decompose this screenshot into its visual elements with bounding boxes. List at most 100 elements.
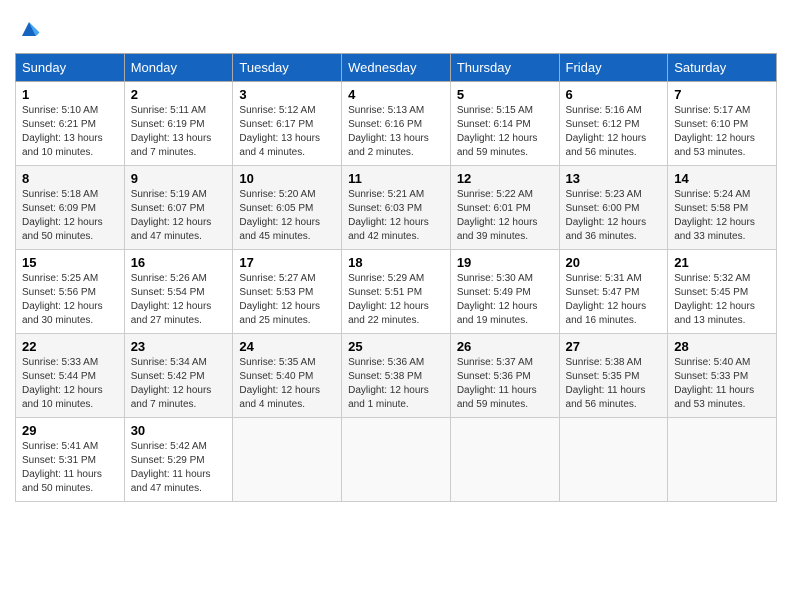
day-info-23: Sunrise: 5:34 AMSunset: 5:42 PMDaylight:… bbox=[131, 356, 227, 412]
day-num-3: 3 bbox=[239, 87, 335, 102]
day-12: 12 Sunrise: 5:22 AMSunset: 6:01 PMDaylig… bbox=[450, 166, 559, 250]
logo-icon bbox=[15, 15, 43, 43]
day-num-30: 30 bbox=[131, 423, 227, 438]
day-info-22: Sunrise: 5:33 AMSunset: 5:44 PMDaylight:… bbox=[22, 356, 118, 412]
day-15: 15 Sunrise: 5:25 AMSunset: 5:56 PMDaylig… bbox=[16, 250, 125, 334]
day-num-16: 16 bbox=[131, 255, 227, 270]
day-num-10: 10 bbox=[239, 171, 335, 186]
day-5: 5 Sunrise: 5:15 AMSunset: 6:14 PMDayligh… bbox=[450, 82, 559, 166]
day-num-8: 8 bbox=[22, 171, 118, 186]
day-info-29: Sunrise: 5:41 AMSunset: 5:31 PMDaylight:… bbox=[22, 440, 118, 496]
day-num-18: 18 bbox=[348, 255, 444, 270]
week-3: 15 Sunrise: 5:25 AMSunset: 5:56 PMDaylig… bbox=[16, 250, 777, 334]
day-19: 19 Sunrise: 5:30 AMSunset: 5:49 PMDaylig… bbox=[450, 250, 559, 334]
day-num-12: 12 bbox=[457, 171, 553, 186]
day-info-26: Sunrise: 5:37 AMSunset: 5:36 PMDaylight:… bbox=[457, 356, 553, 412]
week-5: 29 Sunrise: 5:41 AMSunset: 5:31 PMDaylig… bbox=[16, 418, 777, 502]
day-info-2: Sunrise: 5:11 AMSunset: 6:19 PMDaylight:… bbox=[131, 104, 227, 160]
page-header bbox=[15, 15, 777, 43]
day-info-21: Sunrise: 5:32 AMSunset: 5:45 PMDaylight:… bbox=[674, 272, 770, 328]
calendar-table: Sunday Monday Tuesday Wednesday Thursday… bbox=[15, 53, 777, 502]
empty-5 bbox=[668, 418, 777, 502]
day-info-6: Sunrise: 5:16 AMSunset: 6:12 PMDaylight:… bbox=[566, 104, 662, 160]
col-sunday: Sunday bbox=[16, 54, 125, 82]
day-num-14: 14 bbox=[674, 171, 770, 186]
day-21: 21 Sunrise: 5:32 AMSunset: 5:45 PMDaylig… bbox=[668, 250, 777, 334]
day-info-5: Sunrise: 5:15 AMSunset: 6:14 PMDaylight:… bbox=[457, 104, 553, 160]
day-info-27: Sunrise: 5:38 AMSunset: 5:35 PMDaylight:… bbox=[566, 356, 662, 412]
col-tuesday: Tuesday bbox=[233, 54, 342, 82]
day-info-3: Sunrise: 5:12 AMSunset: 6:17 PMDaylight:… bbox=[239, 104, 335, 160]
day-num-25: 25 bbox=[348, 339, 444, 354]
empty-3 bbox=[450, 418, 559, 502]
day-info-16: Sunrise: 5:26 AMSunset: 5:54 PMDaylight:… bbox=[131, 272, 227, 328]
day-info-12: Sunrise: 5:22 AMSunset: 6:01 PMDaylight:… bbox=[457, 188, 553, 244]
week-4: 22 Sunrise: 5:33 AMSunset: 5:44 PMDaylig… bbox=[16, 334, 777, 418]
day-num-23: 23 bbox=[131, 339, 227, 354]
week-1: 1 Sunrise: 5:10 AMSunset: 6:21 PMDayligh… bbox=[16, 82, 777, 166]
day-num-11: 11 bbox=[348, 171, 444, 186]
day-num-20: 20 bbox=[566, 255, 662, 270]
day-num-29: 29 bbox=[22, 423, 118, 438]
day-num-4: 4 bbox=[348, 87, 444, 102]
day-7: 7 Sunrise: 5:17 AMSunset: 6:10 PMDayligh… bbox=[668, 82, 777, 166]
day-info-14: Sunrise: 5:24 AMSunset: 5:58 PMDaylight:… bbox=[674, 188, 770, 244]
day-10: 10 Sunrise: 5:20 AMSunset: 6:05 PMDaylig… bbox=[233, 166, 342, 250]
day-6: 6 Sunrise: 5:16 AMSunset: 6:12 PMDayligh… bbox=[559, 82, 668, 166]
day-info-9: Sunrise: 5:19 AMSunset: 6:07 PMDaylight:… bbox=[131, 188, 227, 244]
day-num-21: 21 bbox=[674, 255, 770, 270]
day-3: 3 Sunrise: 5:12 AMSunset: 6:17 PMDayligh… bbox=[233, 82, 342, 166]
day-17: 17 Sunrise: 5:27 AMSunset: 5:53 PMDaylig… bbox=[233, 250, 342, 334]
day-num-27: 27 bbox=[566, 339, 662, 354]
day-num-7: 7 bbox=[674, 87, 770, 102]
day-info-11: Sunrise: 5:21 AMSunset: 6:03 PMDaylight:… bbox=[348, 188, 444, 244]
empty-4 bbox=[559, 418, 668, 502]
day-28: 28 Sunrise: 5:40 AMSunset: 5:33 PMDaylig… bbox=[668, 334, 777, 418]
day-num-9: 9 bbox=[131, 171, 227, 186]
col-friday: Friday bbox=[559, 54, 668, 82]
day-info-7: Sunrise: 5:17 AMSunset: 6:10 PMDaylight:… bbox=[674, 104, 770, 160]
day-26: 26 Sunrise: 5:37 AMSunset: 5:36 PMDaylig… bbox=[450, 334, 559, 418]
day-info-28: Sunrise: 5:40 AMSunset: 5:33 PMDaylight:… bbox=[674, 356, 770, 412]
col-thursday: Thursday bbox=[450, 54, 559, 82]
day-16: 16 Sunrise: 5:26 AMSunset: 5:54 PMDaylig… bbox=[124, 250, 233, 334]
day-4: 4 Sunrise: 5:13 AMSunset: 6:16 PMDayligh… bbox=[342, 82, 451, 166]
day-num-6: 6 bbox=[566, 87, 662, 102]
day-11: 11 Sunrise: 5:21 AMSunset: 6:03 PMDaylig… bbox=[342, 166, 451, 250]
day-23: 23 Sunrise: 5:34 AMSunset: 5:42 PMDaylig… bbox=[124, 334, 233, 418]
day-info-18: Sunrise: 5:29 AMSunset: 5:51 PMDaylight:… bbox=[348, 272, 444, 328]
logo bbox=[15, 15, 47, 43]
day-13: 13 Sunrise: 5:23 AMSunset: 6:00 PMDaylig… bbox=[559, 166, 668, 250]
day-num-26: 26 bbox=[457, 339, 553, 354]
day-num-24: 24 bbox=[239, 339, 335, 354]
day-25: 25 Sunrise: 5:36 AMSunset: 5:38 PMDaylig… bbox=[342, 334, 451, 418]
day-18: 18 Sunrise: 5:29 AMSunset: 5:51 PMDaylig… bbox=[342, 250, 451, 334]
day-info-24: Sunrise: 5:35 AMSunset: 5:40 PMDaylight:… bbox=[239, 356, 335, 412]
day-info-25: Sunrise: 5:36 AMSunset: 5:38 PMDaylight:… bbox=[348, 356, 444, 412]
day-info-13: Sunrise: 5:23 AMSunset: 6:00 PMDaylight:… bbox=[566, 188, 662, 244]
day-30: 30 Sunrise: 5:42 AMSunset: 5:29 PMDaylig… bbox=[124, 418, 233, 502]
calendar-header-row: Sunday Monday Tuesday Wednesday Thursday… bbox=[16, 54, 777, 82]
empty-1 bbox=[233, 418, 342, 502]
day-info-8: Sunrise: 5:18 AMSunset: 6:09 PMDaylight:… bbox=[22, 188, 118, 244]
day-info-17: Sunrise: 5:27 AMSunset: 5:53 PMDaylight:… bbox=[239, 272, 335, 328]
day-info-15: Sunrise: 5:25 AMSunset: 5:56 PMDaylight:… bbox=[22, 272, 118, 328]
day-num-13: 13 bbox=[566, 171, 662, 186]
day-num-17: 17 bbox=[239, 255, 335, 270]
day-info-4: Sunrise: 5:13 AMSunset: 6:16 PMDaylight:… bbox=[348, 104, 444, 160]
day-24: 24 Sunrise: 5:35 AMSunset: 5:40 PMDaylig… bbox=[233, 334, 342, 418]
day-info-30: Sunrise: 5:42 AMSunset: 5:29 PMDaylight:… bbox=[131, 440, 227, 496]
empty-2 bbox=[342, 418, 451, 502]
day-info-1: Sunrise: 5:10 AMSunset: 6:21 PMDaylight:… bbox=[22, 104, 118, 160]
day-num-15: 15 bbox=[22, 255, 118, 270]
col-wednesday: Wednesday bbox=[342, 54, 451, 82]
day-20: 20 Sunrise: 5:31 AMSunset: 5:47 PMDaylig… bbox=[559, 250, 668, 334]
day-29: 29 Sunrise: 5:41 AMSunset: 5:31 PMDaylig… bbox=[16, 418, 125, 502]
day-num-19: 19 bbox=[457, 255, 553, 270]
day-info-20: Sunrise: 5:31 AMSunset: 5:47 PMDaylight:… bbox=[566, 272, 662, 328]
day-22: 22 Sunrise: 5:33 AMSunset: 5:44 PMDaylig… bbox=[16, 334, 125, 418]
col-saturday: Saturday bbox=[668, 54, 777, 82]
day-num-28: 28 bbox=[674, 339, 770, 354]
col-monday: Monday bbox=[124, 54, 233, 82]
day-14: 14 Sunrise: 5:24 AMSunset: 5:58 PMDaylig… bbox=[668, 166, 777, 250]
